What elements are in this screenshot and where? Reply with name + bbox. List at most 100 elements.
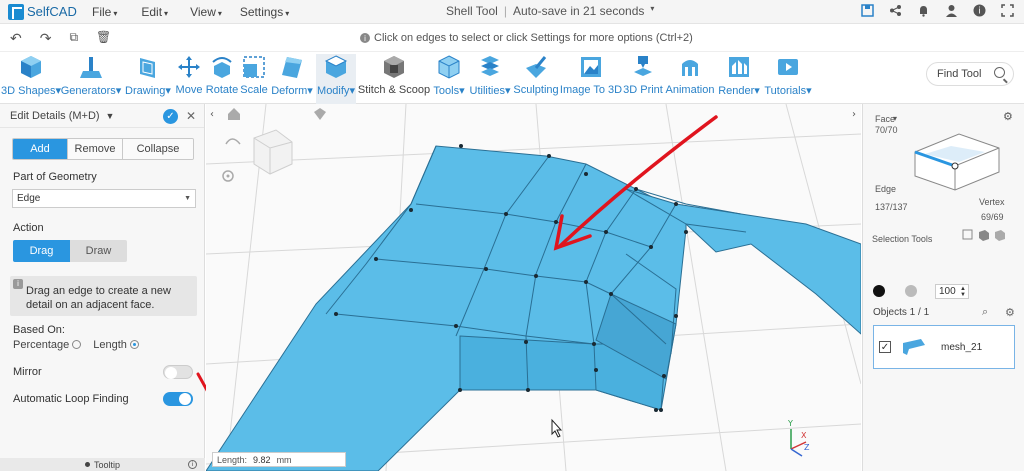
objects-settings-icon[interactable]: ⚙ (1005, 306, 1015, 319)
find-tool-input[interactable]: Find Tool (926, 62, 1014, 86)
confirm-check-icon[interactable]: ✓ (163, 109, 178, 124)
tool-render-label: Render (718, 85, 755, 97)
menu-edit[interactable]: Edit ▾ (133, 5, 176, 19)
selfcad-app: SelfCAD File ▾ Edit ▾ View ▾ Settings ▾ Shel… (0, 0, 1024, 471)
face-count: 70/70 (875, 125, 898, 135)
gear-icon[interactable]: ⚙ (1003, 110, 1013, 123)
face-caret-icon[interactable]: ▾ (893, 114, 897, 123)
autosave-status[interactable]: Auto-save in 21 seconds (513, 4, 644, 18)
tool-rotate-label: Rotate (205, 84, 239, 96)
cube-select-icon[interactable] (979, 230, 989, 241)
tip-box: i Drag an edge to create a new detail on… (10, 276, 197, 316)
tool-animation[interactable]: Animation (665, 54, 715, 96)
notification-bell-icon[interactable] (916, 3, 930, 17)
length-label: Length (93, 339, 127, 351)
info-circle-icon[interactable]: i (188, 460, 197, 469)
home-view-icon[interactable] (228, 108, 240, 120)
edge-label: Edge (875, 184, 897, 194)
tool-sculpting[interactable]: Sculpting (513, 54, 559, 96)
panel-collapse-arrow-icon[interactable]: ▼ (106, 111, 115, 121)
camera-view-icon[interactable] (222, 170, 234, 182)
close-icon[interactable]: ✕ (186, 109, 196, 123)
selfcad-logo-icon (8, 3, 24, 20)
save-icon[interactable] (860, 3, 874, 17)
tool-tutorials[interactable]: Tutorials▾ (763, 54, 813, 97)
menu-view[interactable]: View ▾ (182, 5, 230, 19)
3d-viewport[interactable]: ‹ › Y X Z Length: 9.82 mm (206, 104, 861, 471)
lighting-icon[interactable] (314, 108, 326, 120)
tool-3d-shapes[interactable]: 3D Shapes▾ (0, 54, 62, 97)
tool-modify[interactable]: Modify▾ (316, 54, 356, 104)
mesh-object[interactable] (206, 144, 861, 471)
hint-bar: i Click on edges to select or click Sett… (360, 32, 693, 44)
help-icon[interactable]: i (972, 3, 986, 17)
rect-select-icon[interactable] (962, 229, 973, 240)
length-radio[interactable] (129, 340, 139, 349)
logo-text: SelfCAD (27, 4, 77, 19)
tool-move[interactable]: Move (174, 54, 204, 96)
redo-icon[interactable]: ↷ (40, 30, 52, 47)
menu-settings[interactable]: Settings ▾ (232, 5, 297, 19)
color-swatch-black[interactable] (873, 285, 885, 297)
image-to-3d-icon (581, 57, 601, 77)
tab-draw[interactable]: Draw (70, 240, 127, 262)
modify-icon (324, 55, 348, 78)
copy-icon[interactable]: ⧉ (69, 30, 78, 47)
percentage-radio[interactable] (72, 340, 82, 349)
tab-collapse[interactable]: Collapse (123, 139, 193, 159)
based-on-percentage[interactable]: Percentage (13, 339, 82, 351)
info-icon: i (360, 33, 370, 43)
tool-generators[interactable]: Generators▾ (61, 54, 121, 97)
share-icon[interactable] (888, 3, 902, 17)
search-objects-icon[interactable]: ⌕ (982, 306, 988, 319)
object-visibility-checkbox[interactable]: ✓ (879, 341, 891, 353)
panel-title: Edit Details (M+D) (10, 109, 100, 122)
collapse-left-panel-icon[interactable]: ‹ (210, 109, 214, 120)
undo-icon[interactable]: ↶ (10, 30, 22, 47)
history-controls: ↶ ↷ ⧉ 🗑 (10, 30, 111, 47)
opacity-value[interactable]: 100 (939, 286, 956, 297)
tab-drag[interactable]: Drag (13, 240, 70, 262)
length-readout[interactable]: Length: 9.82 mm (212, 452, 346, 467)
menu-settings-label: Settings (239, 4, 284, 19)
logo: SelfCAD (8, 3, 84, 20)
tool-tools-label: Tools (433, 85, 460, 97)
tab-remove[interactable]: Remove (68, 139, 123, 159)
collapse-right-panel-icon[interactable]: › (852, 109, 856, 120)
stepper-icon[interactable]: ▲ ▼ (960, 286, 966, 298)
texture-swatch-icon[interactable] (905, 285, 917, 297)
user-account-icon[interactable] (944, 3, 958, 17)
edge-count: 137/137 (875, 202, 908, 212)
fullscreen-icon[interactable] (1000, 3, 1014, 17)
tool-deform[interactable]: Deform▾ (269, 54, 315, 97)
length-value[interactable]: 9.82 (253, 455, 271, 465)
tab-add[interactable]: Add (13, 139, 68, 159)
tool-image-to-3d[interactable]: Image To 3D (560, 54, 622, 96)
tool-stitch-scoop[interactable]: Stitch & Scoop (358, 54, 430, 96)
tool-3d-print[interactable]: 3D Print (623, 54, 663, 96)
delete-icon[interactable]: 🗑 (96, 30, 111, 47)
object-list-item[interactable]: ✓ mesh_21 (873, 325, 1015, 369)
tool-scale[interactable]: Scale (240, 54, 268, 96)
sculpting-icon (526, 56, 547, 78)
scene-canvas[interactable]: ‹ › Y X Z (206, 104, 861, 471)
tool-drawing[interactable]: Drawing▾ (124, 54, 172, 97)
opacity-input[interactable]: 100 ▲ ▼ (935, 284, 969, 299)
cube-select-alt-icon[interactable] (995, 230, 1005, 241)
tool-utilities[interactable]: Utilities▾ (468, 54, 512, 97)
tool-rotate[interactable]: Rotate (205, 54, 239, 96)
find-tool-placeholder: Find Tool (937, 68, 982, 80)
document-title[interactable]: Shell Tool (446, 4, 498, 18)
tool-render[interactable]: Render▾ (717, 54, 761, 97)
menu-file[interactable]: File ▾ (84, 5, 125, 19)
based-on-label: Based On: (13, 324, 65, 336)
tooltip-footer[interactable]: Tooltip i (0, 458, 205, 471)
rotate-view-icon[interactable] (225, 138, 241, 145)
tool-move-label: Move (175, 84, 203, 96)
based-on-length[interactable]: Length (93, 339, 139, 351)
selection-mode-cube[interactable] (911, 124, 1003, 192)
tool-tools[interactable]: Tools▾ (431, 54, 467, 97)
search-icon[interactable] (994, 67, 1005, 78)
part-of-geometry-select[interactable]: Edge ▼ (12, 189, 196, 208)
view-cube[interactable] (253, 129, 293, 175)
